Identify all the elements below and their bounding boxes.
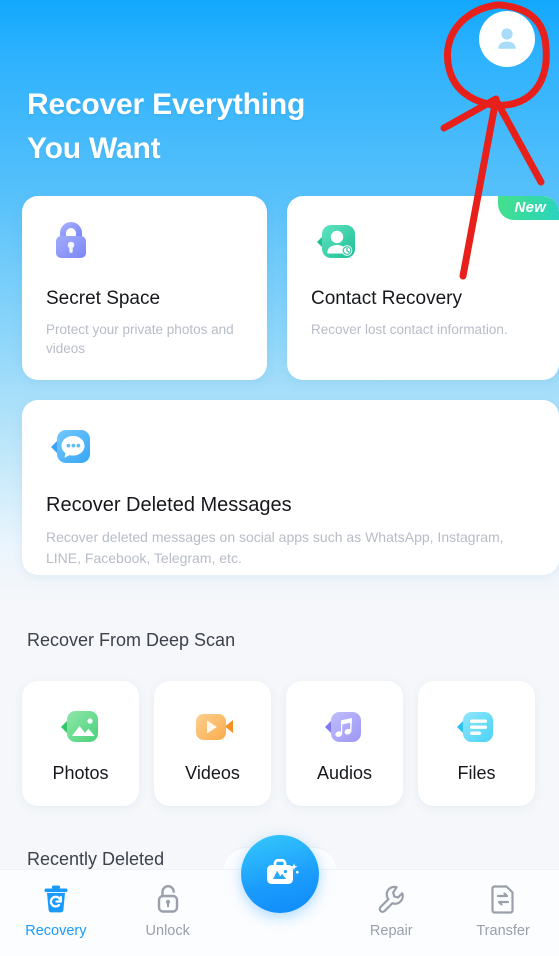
nav-item-repair[interactable]: Repair: [335, 870, 447, 939]
card-subtitle: Recover lost contact information.: [311, 321, 508, 337]
tile-label: Photos: [52, 763, 109, 783]
card-subtitle: Protect your private photos and videos: [46, 321, 234, 357]
section-title-deep-scan: Recover From Deep Scan: [27, 630, 236, 650]
nav-item-recovery[interactable]: Recovery: [0, 870, 112, 939]
tile-videos[interactable]: Videos: [154, 681, 271, 806]
app-screen: Recover Everything You Want Secret Space…: [0, 0, 559, 956]
message-bubble-icon: [51, 430, 90, 463]
nav-label: Repair: [369, 923, 413, 939]
nav-label: Recovery: [25, 923, 87, 939]
nav-item-unlock[interactable]: Unlock: [112, 870, 224, 939]
transfer-document-icon: [491, 885, 514, 914]
nav-label: Unlock: [145, 923, 190, 939]
nav-label: Transfer: [476, 923, 530, 939]
user-avatar-icon: [498, 28, 516, 49]
repair-wrench-icon: [378, 885, 405, 913]
audios-icon: [324, 712, 361, 742]
lock-icon: [56, 222, 86, 258]
tile-label: Audios: [316, 763, 373, 783]
user-avatar-button[interactable]: [479, 11, 535, 67]
contact-recovery-icon: [317, 225, 355, 258]
tile-label: Videos: [185, 763, 240, 783]
card-contact-recovery[interactable]: New Contact Recovery Recover lost contac…: [287, 196, 559, 380]
card-secret-space[interactable]: Secret Space Protect your private photos…: [22, 196, 267, 380]
card-title: Secret Space: [46, 288, 161, 309]
ai-toolbox-fab[interactable]: [240, 835, 319, 913]
tile-label: Files: [457, 763, 496, 783]
tile-photos[interactable]: Photos: [22, 681, 139, 806]
card-title: Recover Deleted Messages: [46, 494, 292, 516]
deep-scan-tile-row: Photos Videos Audios Files: [22, 681, 535, 806]
card-subtitle: Recover deleted messages on social apps …: [46, 529, 504, 566]
tile-files[interactable]: Files: [418, 681, 535, 806]
section-title-recently-deleted: Recently Deleted: [27, 849, 165, 869]
nav-item-transfer[interactable]: Transfer: [447, 870, 559, 939]
new-badge: New: [497, 196, 559, 220]
feature-card-row: Secret Space Protect your private photos…: [22, 196, 559, 380]
videos-icon: [195, 714, 233, 740]
card-title: Contact Recovery: [311, 288, 463, 309]
card-recover-deleted-messages[interactable]: Recover Deleted Messages Recover deleted…: [22, 400, 559, 575]
recovery-trash-icon: [44, 885, 68, 913]
photos-icon: [60, 711, 98, 742]
tile-audios[interactable]: Audios: [286, 681, 403, 806]
unlock-padlock-icon: [157, 885, 178, 913]
ai-toolbox-icon: [266, 858, 299, 884]
page-title: Recover Everything You Want: [27, 88, 306, 165]
files-icon: [456, 712, 493, 742]
